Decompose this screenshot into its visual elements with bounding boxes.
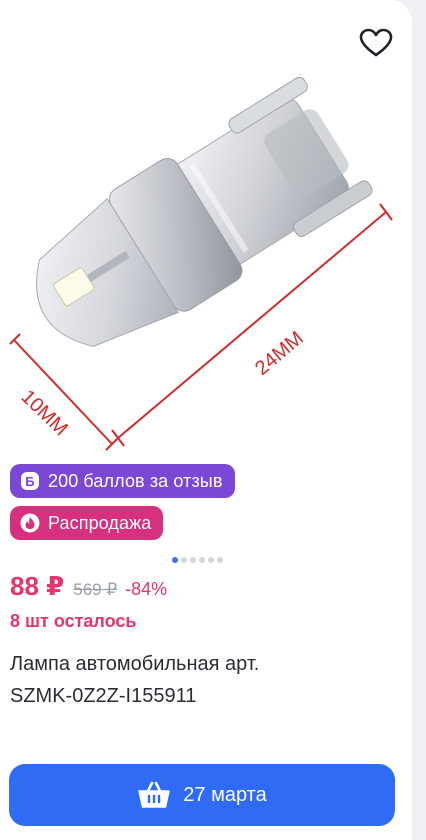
svg-text:Б: Б — [25, 474, 34, 489]
favorite-button[interactable] — [355, 22, 397, 64]
product-card[interactable]: 24MM 10MM Б 200 баллов за отзыв Распрода… — [0, 0, 412, 840]
old-price: 569 ₽ — [73, 580, 118, 599]
product-image[interactable]: 24MM 10MM — [0, 0, 412, 460]
bonus-b-icon: Б — [20, 471, 40, 491]
bulb-illustration: 24MM 10MM — [9, 76, 393, 451]
gallery-dot[interactable] — [190, 557, 196, 563]
diameter-dimension: 10MM — [9, 333, 119, 451]
discount-percent: -84% — [125, 579, 168, 599]
gallery-dots — [172, 557, 223, 563]
basket-icon — [138, 781, 171, 808]
svg-text:24MM: 24MM — [251, 327, 308, 380]
add-to-cart-label: 27 марта — [183, 783, 267, 806]
gallery-dot[interactable] — [199, 557, 205, 563]
gallery-dot[interactable] — [172, 557, 178, 563]
sale-badge-label: Распродажа — [48, 512, 152, 533]
flame-icon — [20, 513, 40, 533]
add-to-cart-button[interactable]: 27 марта — [9, 764, 395, 826]
price-row: 88 ₽ 569 ₽ -84% — [10, 571, 167, 602]
product-title-line: Лампа автомобильная арт. — [10, 653, 260, 675]
sale-badge: Распродажа — [10, 506, 164, 540]
heart-outline-icon — [359, 28, 393, 57]
product-title[interactable]: Лампа автомобильная арт. SZMK-0Z2Z-I1559… — [10, 648, 400, 712]
gallery-dot[interactable] — [208, 557, 214, 563]
bonus-badge-label: 200 баллов за отзыв — [48, 470, 223, 491]
gallery-dot[interactable] — [217, 557, 223, 563]
current-price: 88 ₽ — [10, 571, 65, 601]
gallery-dot[interactable] — [181, 557, 187, 563]
bonus-badge: Б 200 баллов за отзыв — [10, 464, 235, 498]
product-title-line: SZMK-0Z2Z-I155911 — [10, 685, 197, 707]
stock-remaining: 8 шт осталось — [10, 611, 137, 631]
